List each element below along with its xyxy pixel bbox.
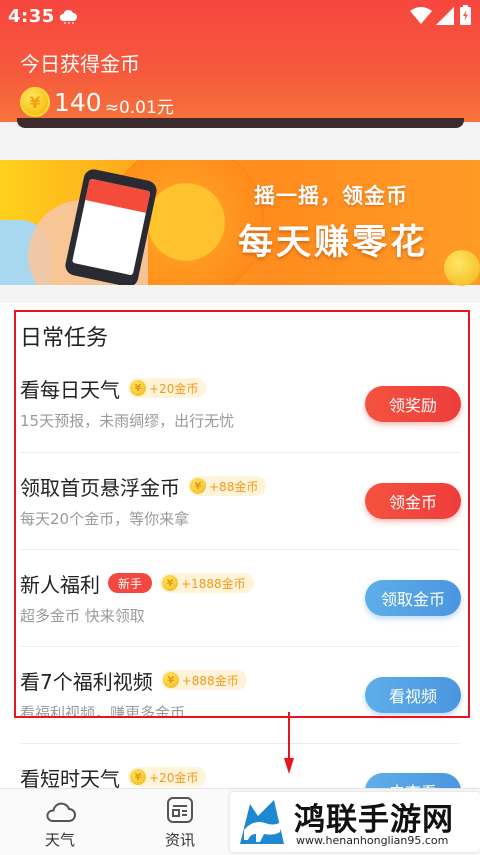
task-row-short-weather: 看短时天气 ¥ +20金币 去查看 <box>0 763 480 788</box>
nav-label: 资讯 <box>164 831 195 849</box>
banner-slogan: 每天赚零花 <box>238 223 429 263</box>
watermark-title: 鸿联手游网 <box>294 802 454 838</box>
task-title-row: 看短时天气 ¥ +20金币 <box>20 763 207 789</box>
coin-icon: ¥ <box>130 769 146 785</box>
reward-text: +20金币 <box>149 770 199 785</box>
screen: 4:35 今日获得金币 ¥ 140 ≈0.01元 摇一摇，领金币 每天赚零花 日… <box>0 0 480 855</box>
coin-count: 140 <box>54 87 102 117</box>
coin-balance: ¥ 140 ≈0.01元 <box>20 86 174 118</box>
coin-cash-value: ≈0.01元 <box>104 97 174 118</box>
status-time: 4:35 <box>8 6 55 27</box>
view-button[interactable]: 去查看 <box>365 773 461 788</box>
divider <box>20 743 460 744</box>
nav-label: 天气 <box>44 831 75 849</box>
news-icon <box>167 797 193 823</box>
highlight-annotation-box <box>14 310 470 718</box>
bull-logo-icon <box>240 800 284 844</box>
banner-phone-screen <box>71 178 151 276</box>
header-card-edge <box>17 118 464 128</box>
task-title: 看短时天气 <box>20 766 120 789</box>
nav-tab-weather[interactable]: 天气 <box>30 797 90 853</box>
nav-tab-news[interactable]: 资讯 <box>150 797 210 853</box>
today-coins-title: 今日获得金币 <box>20 52 140 76</box>
cloud-icon <box>46 802 76 822</box>
reward-badge: ¥ +20金币 <box>128 767 207 787</box>
banner-headline: 摇一摇，领金币 <box>254 184 408 208</box>
banner-coin-icon <box>444 250 480 286</box>
coin-header: 4:35 今日获得金币 ¥ 140 ≈0.01元 <box>0 0 480 122</box>
wifi-icon <box>410 7 432 24</box>
watermark-url: www.henanhonglian95.com <box>296 834 449 847</box>
red-arrow-annotation-icon <box>284 712 294 774</box>
coin-icon: ¥ <box>20 87 50 117</box>
weather-cloud-icon <box>59 9 77 24</box>
site-watermark: 鸿联手游网 www.henanhonglian95.com <box>230 792 480 852</box>
banner-phone-screen-header <box>85 178 151 213</box>
battery-icon <box>460 5 471 25</box>
signal-icon <box>436 7 454 25</box>
status-bar: 4:35 <box>0 0 480 32</box>
